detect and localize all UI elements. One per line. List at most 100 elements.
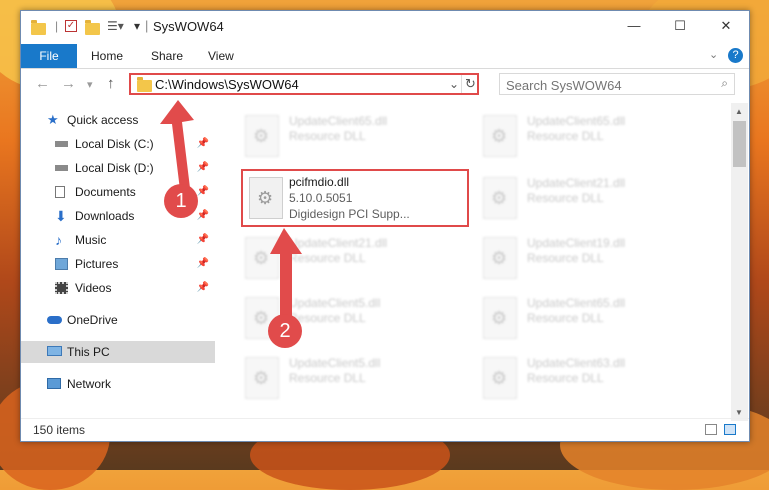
separator: | <box>145 18 149 33</box>
file-name: pcifmdio.dll <box>289 175 350 189</box>
dropdown-icon[interactable]: ▾ <box>134 19 140 33</box>
tab-file[interactable]: File <box>21 44 77 68</box>
properties-icon[interactable]: ✓ <box>65 20 77 32</box>
file-name: UpdateClient19.dll <box>527 236 626 250</box>
sidebar-item-quick-access[interactable]: ★ Quick access <box>21 109 215 131</box>
file-item[interactable]: UpdateClient65.dll Resource DLL <box>479 111 709 161</box>
pin-icon[interactable]: 📌 <box>197 133 209 155</box>
folder-icon <box>137 77 152 92</box>
file-name: UpdateClient5.dll <box>289 356 381 370</box>
pin-icon[interactable]: 📌 <box>197 181 209 203</box>
sidebar-item-label: Network <box>67 377 112 391</box>
navigation-pane: ★ Quick access Local Disk (C:) 📌 Local D… <box>21 103 215 413</box>
new-folder-icon[interactable] <box>85 20 100 35</box>
forward-arrow-icon[interactable]: → <box>61 75 76 92</box>
vertical-scrollbar[interactable]: ▲ ▼ <box>731 103 748 421</box>
item-count: 150 items <box>33 423 86 437</box>
sidebar-item-onedrive[interactable]: OneDrive <box>21 309 215 331</box>
file-item[interactable]: UpdateClient65.dll Resource DLL <box>241 111 471 161</box>
sidebar-item-label: Pictures <box>75 257 119 271</box>
pin-icon[interactable]: 📌 <box>197 205 209 227</box>
sidebar-item-videos[interactable]: Videos 📌 <box>21 277 215 299</box>
scroll-thumb[interactable] <box>733 121 746 167</box>
help-icon[interactable]: ? <box>728 48 743 63</box>
refresh-icon[interactable]: ↻ <box>465 76 476 92</box>
cloud-icon <box>47 316 62 324</box>
file-name: UpdateClient65.dll <box>527 114 626 128</box>
scroll-up-icon[interactable]: ▲ <box>735 107 743 116</box>
sidebar-item-label: Local Disk (D:) <box>75 161 154 175</box>
back-arrow-icon[interactable]: ← <box>35 75 50 92</box>
separator: | <box>55 19 59 33</box>
search-icon[interactable]: ⌕ <box>721 76 728 91</box>
file-type: Resource DLL <box>527 129 604 143</box>
title-bar: | ✓ ☰▾ ▾ | SysWOW64 — ☐ ✕ <box>21 11 749 44</box>
file-list: UpdateClient65.dll Resource DLL UpdateCl… <box>221 103 731 413</box>
sidebar-item-label: Downloads <box>75 209 135 223</box>
minimize-button[interactable]: — <box>611 11 657 41</box>
file-item[interactable]: UpdateClient63.dll Resource DLL <box>479 353 709 403</box>
step-2-badge: 2 <box>268 314 302 348</box>
sidebar-item-local-disk-c[interactable]: Local Disk (C:) 📌 <box>21 133 215 155</box>
file-item-pcifmdio[interactable]: pcifmdio.dll 5.10.0.5051 Digidesign PCI … <box>241 169 469 227</box>
file-type: Resource DLL <box>289 311 366 325</box>
dll-file-icon <box>483 357 517 399</box>
address-bar[interactable]: C:\Windows\SysWOW64 ⌄ ↻ <box>129 73 479 95</box>
folder-icon <box>31 20 46 35</box>
file-item[interactable]: UpdateClient21.dll Resource DLL <box>479 173 709 223</box>
file-type: Resource DLL <box>289 129 366 143</box>
dll-file-icon <box>245 115 279 157</box>
file-version: 5.10.0.5051 <box>289 191 353 205</box>
file-type: Resource DLL <box>527 371 604 385</box>
sidebar-item-pictures[interactable]: Pictures 📌 <box>21 253 215 275</box>
dll-file-icon <box>483 297 517 339</box>
pin-icon[interactable]: 📌 <box>197 253 209 275</box>
pin-icon[interactable]: 📌 <box>197 277 209 299</box>
close-button[interactable]: ✕ <box>703 11 749 41</box>
address-path[interactable]: C:\Windows\SysWOW64 <box>155 77 299 92</box>
expand-ribbon-icon[interactable]: ⌄ <box>709 48 718 61</box>
maximize-button[interactable]: ☐ <box>657 11 703 41</box>
large-icons-view-icon[interactable] <box>724 424 736 435</box>
file-item[interactable]: UpdateClient19.dll Resource DLL <box>479 233 709 283</box>
file-name: UpdateClient65.dll <box>527 296 626 310</box>
pin-icon[interactable]: 📌 <box>197 229 209 251</box>
file-name: UpdateClient63.dll <box>527 356 626 370</box>
search-box[interactable]: ⌕ <box>499 73 735 95</box>
file-item[interactable]: UpdateClient21.dll Resource DLL <box>241 233 471 283</box>
search-input[interactable] <box>504 75 708 95</box>
file-item[interactable]: UpdateClient5.dll Resource DLL <box>241 353 471 403</box>
file-description: Digidesign PCI Supp... <box>289 207 410 221</box>
sidebar-item-label: Local Disk (C:) <box>75 137 154 151</box>
sidebar-item-local-disk-d[interactable]: Local Disk (D:) 📌 <box>21 157 215 179</box>
drive-icon <box>55 141 68 147</box>
document-icon <box>55 186 65 198</box>
pictures-icon <box>55 258 68 270</box>
divider <box>461 75 462 93</box>
dll-file-icon <box>249 177 283 219</box>
sidebar-item-network[interactable]: Network <box>21 373 215 395</box>
tab-view[interactable]: View <box>208 44 234 68</box>
pin-icon[interactable]: 📌 <box>197 157 209 179</box>
file-item[interactable]: UpdateClient65.dll Resource DLL <box>479 293 709 343</box>
customize-toolbar-icon[interactable]: ☰▾ <box>107 19 124 33</box>
dll-file-icon <box>483 237 517 279</box>
music-icon: ♪ <box>55 232 62 248</box>
tab-share[interactable]: Share <box>151 44 183 68</box>
recent-locations-icon[interactable]: ▾ <box>87 78 93 91</box>
network-icon <box>47 378 61 389</box>
details-view-icon[interactable] <box>705 424 717 435</box>
sidebar-item-this-pc[interactable]: This PC <box>21 341 215 363</box>
computer-icon <box>47 346 62 356</box>
sidebar-item-label: Documents <box>75 185 136 199</box>
dll-file-icon <box>483 115 517 157</box>
video-icon <box>55 282 68 294</box>
sidebar-item-music[interactable]: ♪ Music 📌 <box>21 229 215 251</box>
file-type: Resource DLL <box>527 251 604 265</box>
tab-home[interactable]: Home <box>91 44 123 68</box>
scroll-down-icon[interactable]: ▼ <box>735 408 743 417</box>
file-type: Resource DLL <box>527 191 604 205</box>
address-dropdown-icon[interactable]: ⌄ <box>449 77 459 91</box>
up-arrow-icon[interactable]: ↑ <box>107 75 115 92</box>
file-type: Resource DLL <box>289 371 366 385</box>
